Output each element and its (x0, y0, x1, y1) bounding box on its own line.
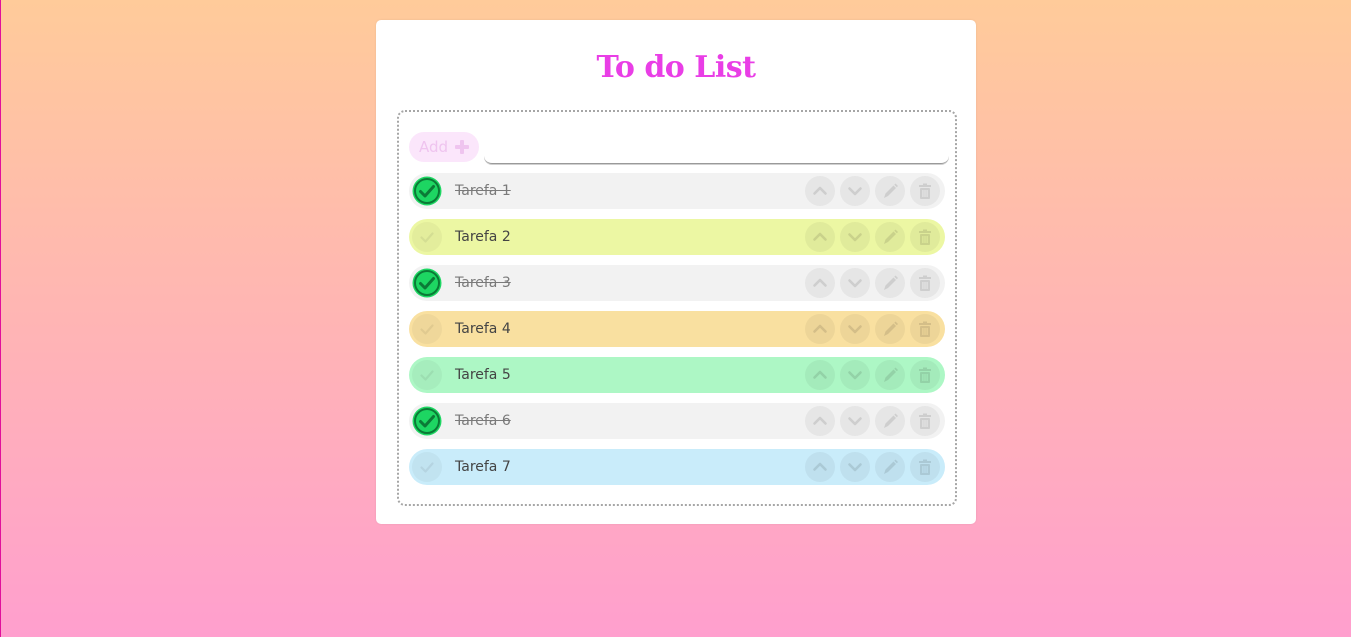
chevron-up-icon-button[interactable] (805, 406, 835, 436)
task-item: Tarefa 1 (409, 173, 945, 209)
pencil-icon-button[interactable] (875, 452, 905, 482)
task-label: Tarefa 7 (455, 459, 511, 475)
task-list: Tarefa 1 Tarefa 2 Tarefa 3 Tarefa 4 Tarefa 5… (409, 173, 945, 495)
pencil-icon-button[interactable] (875, 268, 905, 298)
task-item: Tarefa 4 (409, 311, 945, 347)
chevron-down-icon-button[interactable] (840, 222, 870, 252)
task-item: Tarefa 6 (409, 403, 945, 439)
chevron-down-icon-button[interactable] (840, 314, 870, 344)
task-item: Tarefa 7 (409, 449, 945, 485)
chevron-up-icon-button[interactable] (805, 176, 835, 206)
task-label: Tarefa 3 (455, 275, 511, 291)
todo-card: To do List Add Tarefa 1 Tarefa 2 Tarefa 3T… (376, 20, 976, 524)
check-circle-icon[interactable] (412, 268, 442, 298)
pencil-icon-button[interactable] (875, 314, 905, 344)
task-label: Tarefa 2 (455, 229, 511, 245)
pencil-icon-button[interactable] (875, 222, 905, 252)
chevron-up-icon-button[interactable] (805, 222, 835, 252)
task-actions (805, 314, 945, 344)
page-title: To do List (596, 50, 756, 85)
task-actions (805, 406, 945, 436)
chevron-up-icon-button[interactable] (805, 314, 835, 344)
pencil-icon-button[interactable] (875, 406, 905, 436)
check-circle-icon[interactable] (412, 452, 442, 482)
task-item: Tarefa 2 (409, 219, 945, 255)
task-actions (805, 176, 945, 206)
trash-icon-button[interactable] (910, 268, 940, 298)
check-circle-icon[interactable] (412, 176, 442, 206)
trash-icon-button[interactable] (910, 176, 940, 206)
trash-icon-button[interactable] (910, 406, 940, 436)
pencil-icon-button[interactable] (875, 360, 905, 390)
pencil-icon-button[interactable] (875, 176, 905, 206)
trash-icon-button[interactable] (910, 452, 940, 482)
task-label: Tarefa 5 (455, 367, 511, 383)
check-circle-icon[interactable] (412, 222, 442, 252)
add-task-row: Add (409, 132, 949, 164)
check-circle-icon[interactable] (412, 406, 442, 436)
trash-icon-button[interactable] (910, 314, 940, 344)
chevron-down-icon-button[interactable] (840, 268, 870, 298)
chevron-up-icon-button[interactable] (805, 360, 835, 390)
chevron-down-icon-button[interactable] (840, 452, 870, 482)
task-actions (805, 222, 945, 252)
task-actions (805, 268, 945, 298)
new-task-input[interactable] (484, 132, 949, 164)
task-label: Tarefa 1 (455, 183, 511, 199)
chevron-up-icon-button[interactable] (805, 452, 835, 482)
task-item: Tarefa 3 (409, 265, 945, 301)
check-circle-icon[interactable] (412, 314, 442, 344)
trash-icon-button[interactable] (910, 222, 940, 252)
add-task-button[interactable]: Add (409, 132, 479, 162)
chevron-down-icon-button[interactable] (840, 406, 870, 436)
task-label: Tarefa 4 (455, 321, 511, 337)
check-circle-icon[interactable] (412, 360, 442, 390)
chevron-up-icon-button[interactable] (805, 268, 835, 298)
plus-icon (455, 140, 469, 154)
task-actions (805, 360, 945, 390)
task-item: Tarefa 5 (409, 357, 945, 393)
trash-icon-button[interactable] (910, 360, 940, 390)
todo-list-container: Add Tarefa 1 Tarefa 2 Tarefa 3 Tarefa 4 Tare… (397, 110, 957, 506)
task-label: Tarefa 6 (455, 413, 511, 429)
add-button-label: Add (419, 138, 449, 156)
chevron-down-icon-button[interactable] (840, 360, 870, 390)
task-actions (805, 452, 945, 482)
chevron-down-icon-button[interactable] (840, 176, 870, 206)
